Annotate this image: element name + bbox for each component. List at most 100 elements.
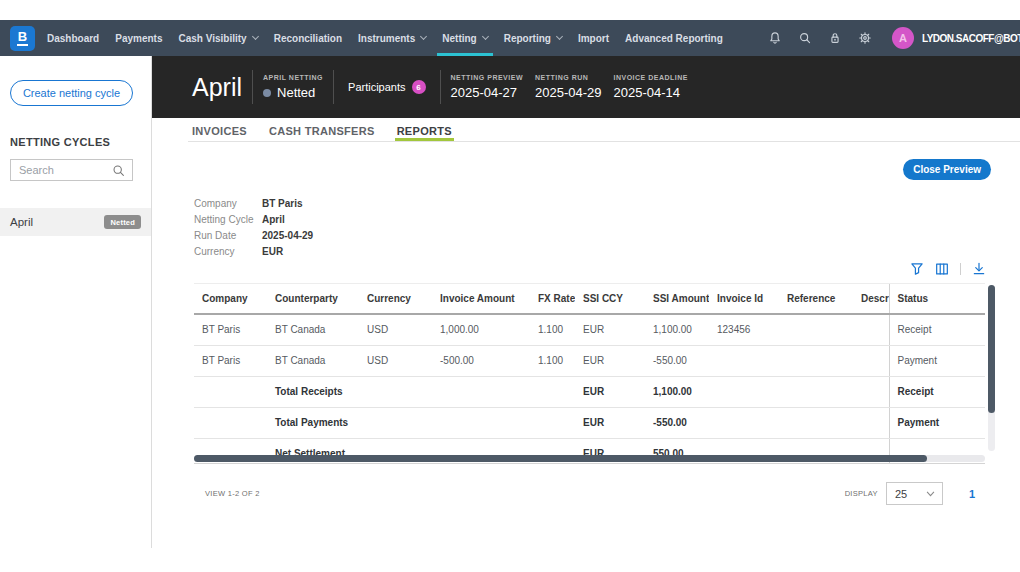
column-header-company[interactable]: Company [194, 284, 267, 314]
grid-footer: VIEW 1-2 OF 2 DISPLAY 25 1 [194, 464, 985, 505]
page-size-value: 25 [887, 488, 926, 500]
chevron-down-icon [482, 33, 489, 40]
cell: BT Paris [194, 345, 267, 376]
filter-icon[interactable] [910, 262, 924, 276]
column-header-invoice-id[interactable]: Invoice Id [709, 284, 779, 314]
column-header-descr[interactable]: Descr [855, 284, 889, 314]
avatar[interactable]: A [892, 27, 914, 49]
cell [432, 407, 530, 438]
page-number[interactable]: 1 [969, 488, 975, 500]
cell: 1,100.00 [645, 376, 709, 407]
cell: Receipt [889, 376, 985, 407]
total-row[interactable]: Total ReceiptsEUR1,100.00Receipt [194, 376, 985, 407]
download-icon[interactable] [972, 262, 986, 276]
cell: EUR [575, 376, 645, 407]
search-input[interactable] [11, 164, 112, 176]
nav-item-reconciliation[interactable]: Reconciliation [266, 20, 350, 56]
nav-item-reporting[interactable]: Reporting [496, 20, 570, 56]
cell [194, 376, 267, 407]
table-row[interactable]: BT ParisBT CanadaUSD-500.001.100EUR-550.… [194, 345, 985, 376]
date-label: NETTING PREVIEW [451, 74, 523, 81]
participants-count-badge: 6 [412, 80, 426, 94]
report-table: CompanyCounterpartyCurrencyInvoice Amoun… [194, 284, 985, 464]
column-header-status[interactable]: Status [889, 284, 985, 314]
nav-item-instruments[interactable]: Instruments [350, 20, 434, 56]
participants-label: Participants [348, 81, 405, 93]
detail-label: Netting Cycle [194, 214, 262, 226]
nav-item-import[interactable]: Import [570, 20, 617, 56]
app-logo[interactable]: B [10, 26, 35, 51]
report-content: Close Preview CompanyBT ParisNetting Cyc… [152, 142, 1020, 548]
page-size-select[interactable]: 25 [886, 482, 943, 505]
column-header-ssi-amount[interactable]: SSI Amount [645, 284, 709, 314]
header-date-netting-run: NETTING RUN2025-04-29 [535, 74, 602, 100]
cycle-header: April APRIL NETTING Netted Participants … [152, 56, 1020, 118]
sidebar: Create netting cycle NETTING CYCLES Apri… [0, 56, 152, 548]
date-value: 2025-04-27 [451, 85, 523, 100]
tab-bar: INVOICES CASH TRANSFERS REPORTS [188, 118, 1020, 142]
vertical-scrollbar[interactable] [988, 285, 995, 451]
cell [709, 407, 779, 438]
cell: Total Payments [267, 407, 359, 438]
header-date-invoice-deadline: INVOICE DEADLINE2025-04-14 [614, 74, 689, 100]
close-preview-button[interactable]: Close Preview [903, 159, 991, 180]
cell [432, 376, 530, 407]
cell [855, 314, 889, 345]
column-header-currency[interactable]: Currency [359, 284, 432, 314]
notifications-bell-icon[interactable] [760, 30, 790, 46]
nav-item-advanced-reporting[interactable]: Advanced Reporting [617, 20, 731, 56]
cell [530, 407, 575, 438]
nav-item-label: Import [578, 33, 609, 44]
cell [855, 407, 889, 438]
participants-chip[interactable]: Participants 6 [344, 80, 429, 94]
create-netting-cycle-button[interactable]: Create netting cycle [10, 80, 133, 106]
horizontal-scrollbar-thumb[interactable] [194, 455, 927, 462]
column-header-invoice-amount[interactable]: Invoice Amount [432, 284, 530, 314]
netting-cycle-list-item[interactable]: AprilNetted [0, 208, 151, 236]
total-row[interactable]: Total PaymentsEUR-550.00Payment [194, 407, 985, 438]
nav-item-dashboard[interactable]: Dashboard [39, 20, 107, 56]
cell: EUR [575, 314, 645, 345]
nav-item-payments[interactable]: Payments [107, 20, 170, 56]
tab-invoices[interactable]: INVOICES [192, 118, 247, 141]
cell: USD [359, 314, 432, 345]
gear-icon[interactable] [850, 30, 880, 46]
nav-item-netting[interactable]: Netting [434, 20, 495, 56]
main-panel: April APRIL NETTING Netted Participants … [152, 56, 1020, 548]
vertical-scrollbar-thumb[interactable] [988, 285, 995, 413]
cycle-status-label: APRIL NETTING [263, 74, 323, 81]
chevron-down-icon [252, 33, 259, 40]
cell: BT Canada [267, 345, 359, 376]
cell [779, 407, 855, 438]
tab-cash-transfers[interactable]: CASH TRANSFERS [269, 118, 375, 141]
table-row[interactable]: BT ParisBT CanadaUSD1,000.001.100EUR1,10… [194, 314, 985, 345]
cell [359, 407, 432, 438]
cell [779, 376, 855, 407]
detail-row: Netting CycleApril [194, 214, 1020, 226]
search-icon[interactable] [790, 30, 820, 46]
detail-label: Run Date [194, 230, 262, 242]
report-table-zone: CompanyCounterpartyCurrencyInvoice Amoun… [194, 283, 1000, 464]
cell: EUR [575, 345, 645, 376]
user-email[interactable]: LYDON.SACOFF@BOT [922, 33, 1020, 44]
nav-item-cash-visibility[interactable]: Cash Visibility [170, 20, 265, 56]
cycle-search-box [10, 159, 133, 181]
nav-item-label: Payments [115, 33, 162, 44]
detail-row: CompanyBT Paris [194, 198, 1020, 210]
column-header-fx-rate[interactable]: FX Rate [530, 284, 575, 314]
column-header-counterparty[interactable]: Counterparty [267, 284, 359, 314]
nav-item-label: Cash Visibility [178, 33, 246, 44]
tab-reports[interactable]: REPORTS [397, 118, 452, 141]
divider [333, 70, 334, 104]
columns-icon[interactable] [935, 262, 949, 276]
lock-icon[interactable] [820, 30, 850, 46]
nav-item-label: Netting [442, 33, 476, 44]
horizontal-scrollbar[interactable] [194, 455, 985, 462]
cell [194, 407, 267, 438]
chevron-down-icon [420, 33, 427, 40]
column-header-ssi-ccy[interactable]: SSI CCY [575, 284, 645, 314]
column-header-reference[interactable]: Reference [779, 284, 855, 314]
cell [709, 376, 779, 407]
status-dot [263, 89, 271, 97]
cell [779, 314, 855, 345]
